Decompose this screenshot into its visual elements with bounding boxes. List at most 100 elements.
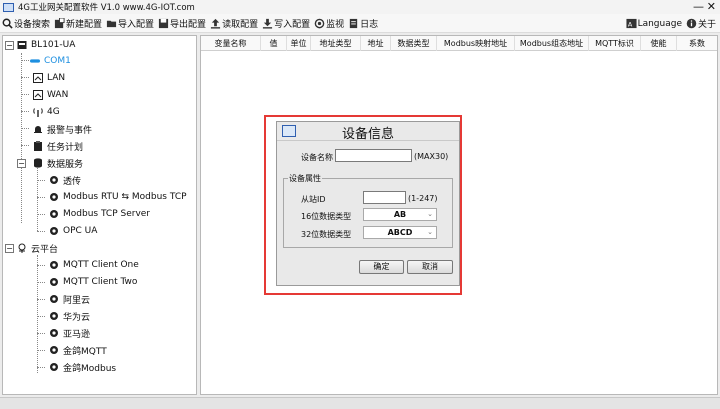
dialog-title: 设备信息 [341,127,394,142]
folder-icon [106,20,117,27]
toolbar: 设备搜索 新建配置 导入配置 导出配置 读取配置 写入配置 监视 日志 A La… [0,14,720,33]
gear-icon [49,175,59,185]
network-icon [33,90,43,100]
tree-item-com1[interactable]: COM1 [30,54,71,68]
gear-icon [49,328,59,338]
cancel-button[interactable]: 取消 [407,260,453,274]
gear-icon [49,209,59,219]
tree-item-aliyun[interactable]: 阿里云 [49,292,90,306]
type32-select[interactable]: ABCD ⌄ [363,226,437,239]
cloud-collapse-toggle[interactable]: − [5,244,14,253]
device-name-label: 设备名称 [301,153,333,162]
gear-icon [49,311,59,321]
slave-id-label: 从站ID [301,195,326,204]
type32-label: 32位数据类型 [301,230,352,239]
monitor-button[interactable]: 监视 [312,14,346,33]
read-config-button[interactable]: 读取配置 [208,14,260,33]
column-header[interactable]: 值 [261,36,287,51]
gear-icon [49,260,59,270]
svg-text:A: A [627,20,632,28]
column-header[interactable]: 系数 [677,36,717,51]
column-header[interactable]: 单位 [287,36,311,51]
tree-item-opc-ua[interactable]: OPC UA [49,224,97,238]
tree-item-wan[interactable]: WAN [33,88,68,102]
root-collapse-toggle[interactable]: − [5,41,14,50]
tree-item-amazon[interactable]: 亚马逊 [49,326,90,340]
gear-icon [49,345,59,355]
device-name-hint: (MAX30) [414,152,449,161]
bell-icon [33,124,43,134]
tree-item-cloud[interactable]: 云平台 [17,241,58,255]
dialog-header: 设备信息 [277,122,459,142]
gear-icon [49,362,59,372]
window-title: 4G工业网关配置软件 V1.0 www.4G-IOT.com [18,3,195,13]
serial-port-icon [30,56,40,66]
new-config-button[interactable]: 新建配置 [52,14,104,33]
upload-icon [210,18,221,29]
slave-id-input[interactable] [363,191,406,204]
app-icon [3,2,14,12]
info-icon [686,18,697,29]
tree-item-alarm[interactable]: 报警与事件 [33,122,92,136]
new-file-icon [54,17,65,28]
type32-value: ABCD [387,228,413,237]
gear-icon [49,192,59,202]
import-config-button[interactable]: 导入配置 [104,14,156,33]
clipboard-icon [33,141,43,151]
slave-id-hint: (1-247) [408,194,438,203]
column-header[interactable]: 数据类型 [391,36,437,51]
database-icon [33,158,43,168]
column-header[interactable]: Modbus映射地址 [437,36,515,51]
column-header[interactable]: MQTT标识 [589,36,641,51]
tree-item-jinge-mqtt[interactable]: 金鸽MQTT [49,343,107,357]
export-config-button[interactable]: 导出配置 [156,14,208,33]
tree-item-mqtt-two[interactable]: MQTT Client Two [49,275,137,289]
gear-icon [49,226,59,236]
search-device-button[interactable]: 设备搜索 [0,14,52,33]
gateway-icon [17,40,27,50]
gear-icon [49,294,59,304]
device-info-dialog: 设备信息 设备名称 (MAX30) 设备属性 从站ID (1-247) 16位数… [276,121,460,286]
column-header[interactable]: 地址类型 [311,36,361,51]
chevron-down-icon: ⌄ [427,210,433,218]
type16-label: 16位数据类型 [301,212,352,221]
minimize-button[interactable]: — [693,0,704,13]
close-button[interactable]: ✕ [707,0,716,13]
save-icon [158,18,169,28]
tree-item-modbus-rtu-tcp[interactable]: Modbus RTU ⇆ Modbus TCP [49,190,187,204]
language-button[interactable]: A Language [624,14,684,33]
tree-item-huawei[interactable]: 华为云 [49,309,90,323]
tree-item-modbus-tcp-server[interactable]: Modbus TCP Server [49,207,150,221]
antenna-icon [33,107,43,117]
cloud-icon [17,243,27,253]
language-icon: A [626,18,637,28]
tree-item-jinge-modbus[interactable]: 金鸽Modbus [49,360,116,374]
status-bar [0,397,720,409]
tree-item-lan[interactable]: LAN [33,71,65,85]
column-header[interactable]: 使能 [641,36,677,51]
gear-icon [49,277,59,287]
download-icon [262,18,273,29]
tree-item-passthrough[interactable]: 透传 [49,173,81,187]
device-tree: − BL101-UA COM1 LAN WAN 4G 报警与事件 任务计划 − … [2,35,197,395]
tree-item-4g[interactable]: 4G [33,105,60,119]
network-icon [33,73,43,83]
type16-select[interactable]: AB ⌄ [363,208,437,221]
column-header[interactable]: Modbus组态地址 [515,36,589,51]
tree-root-device[interactable]: BL101-UA [17,38,75,52]
column-header[interactable]: 地址 [361,36,391,51]
chevron-down-icon: ⌄ [427,228,433,236]
tree-item-task[interactable]: 任务计划 [33,139,83,153]
tree-item-data-service[interactable]: 数据服务 [33,156,83,170]
ok-button[interactable]: 确定 [359,260,404,274]
table-header: 变量名称 值 单位 地址类型 地址 数据类型 Modbus映射地址 Modbus… [201,36,717,51]
group-title: 设备属性 [288,173,322,184]
device-name-input[interactable] [335,149,412,162]
log-button[interactable]: 日志 [346,14,380,33]
tree-item-mqtt-one[interactable]: MQTT Client One [49,258,139,272]
about-button[interactable]: 关于 [684,14,718,33]
write-config-button[interactable]: 写入配置 [260,14,312,33]
data-service-collapse-toggle[interactable]: − [17,159,26,168]
title-bar: 4G工业网关配置软件 V1.0 www.4G-IOT.com — ✕ [0,0,720,14]
column-header[interactable]: 变量名称 [201,36,261,51]
